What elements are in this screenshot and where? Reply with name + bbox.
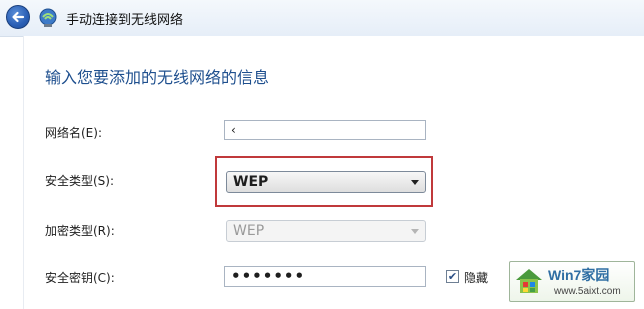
security-key-input[interactable]: •••••••: [224, 266, 426, 287]
network-name-input[interactable]: ‹: [224, 120, 426, 140]
wireless-network-icon: [39, 8, 57, 27]
page-heading: 输入您要添加的无线网络的信息: [45, 68, 270, 87]
encryption-type-value: WEP: [233, 223, 265, 239]
hide-characters-checkbox[interactable]: ✔: [446, 270, 459, 283]
encryption-type-select: WEP: [226, 220, 426, 242]
chevron-down-icon: [411, 229, 419, 234]
watermark-url: www.5aixt.com: [554, 286, 621, 297]
house-logo-icon: [516, 269, 542, 293]
security-key-label: 安全密钥(C):: [45, 271, 115, 285]
watermark-logo: Win7家园 www.5aixt.com: [509, 261, 635, 302]
hide-characters-label: 隐藏: [464, 271, 489, 285]
back-arrow-icon: [12, 11, 25, 23]
network-name-label: 网络名(E):: [45, 126, 102, 140]
title-bar: 手动连接到无线网络: [0, 0, 644, 37]
security-type-label: 安全类型(S):: [45, 174, 115, 188]
dialog-title: 手动连接到无线网络: [66, 13, 184, 28]
encryption-type-label: 加密类型(R):: [45, 224, 115, 238]
checkmark-icon: ✔: [447, 270, 458, 283]
watermark-name: Win7家园: [548, 267, 610, 283]
highlight-box: [215, 156, 433, 207]
back-button[interactable]: [6, 5, 30, 29]
